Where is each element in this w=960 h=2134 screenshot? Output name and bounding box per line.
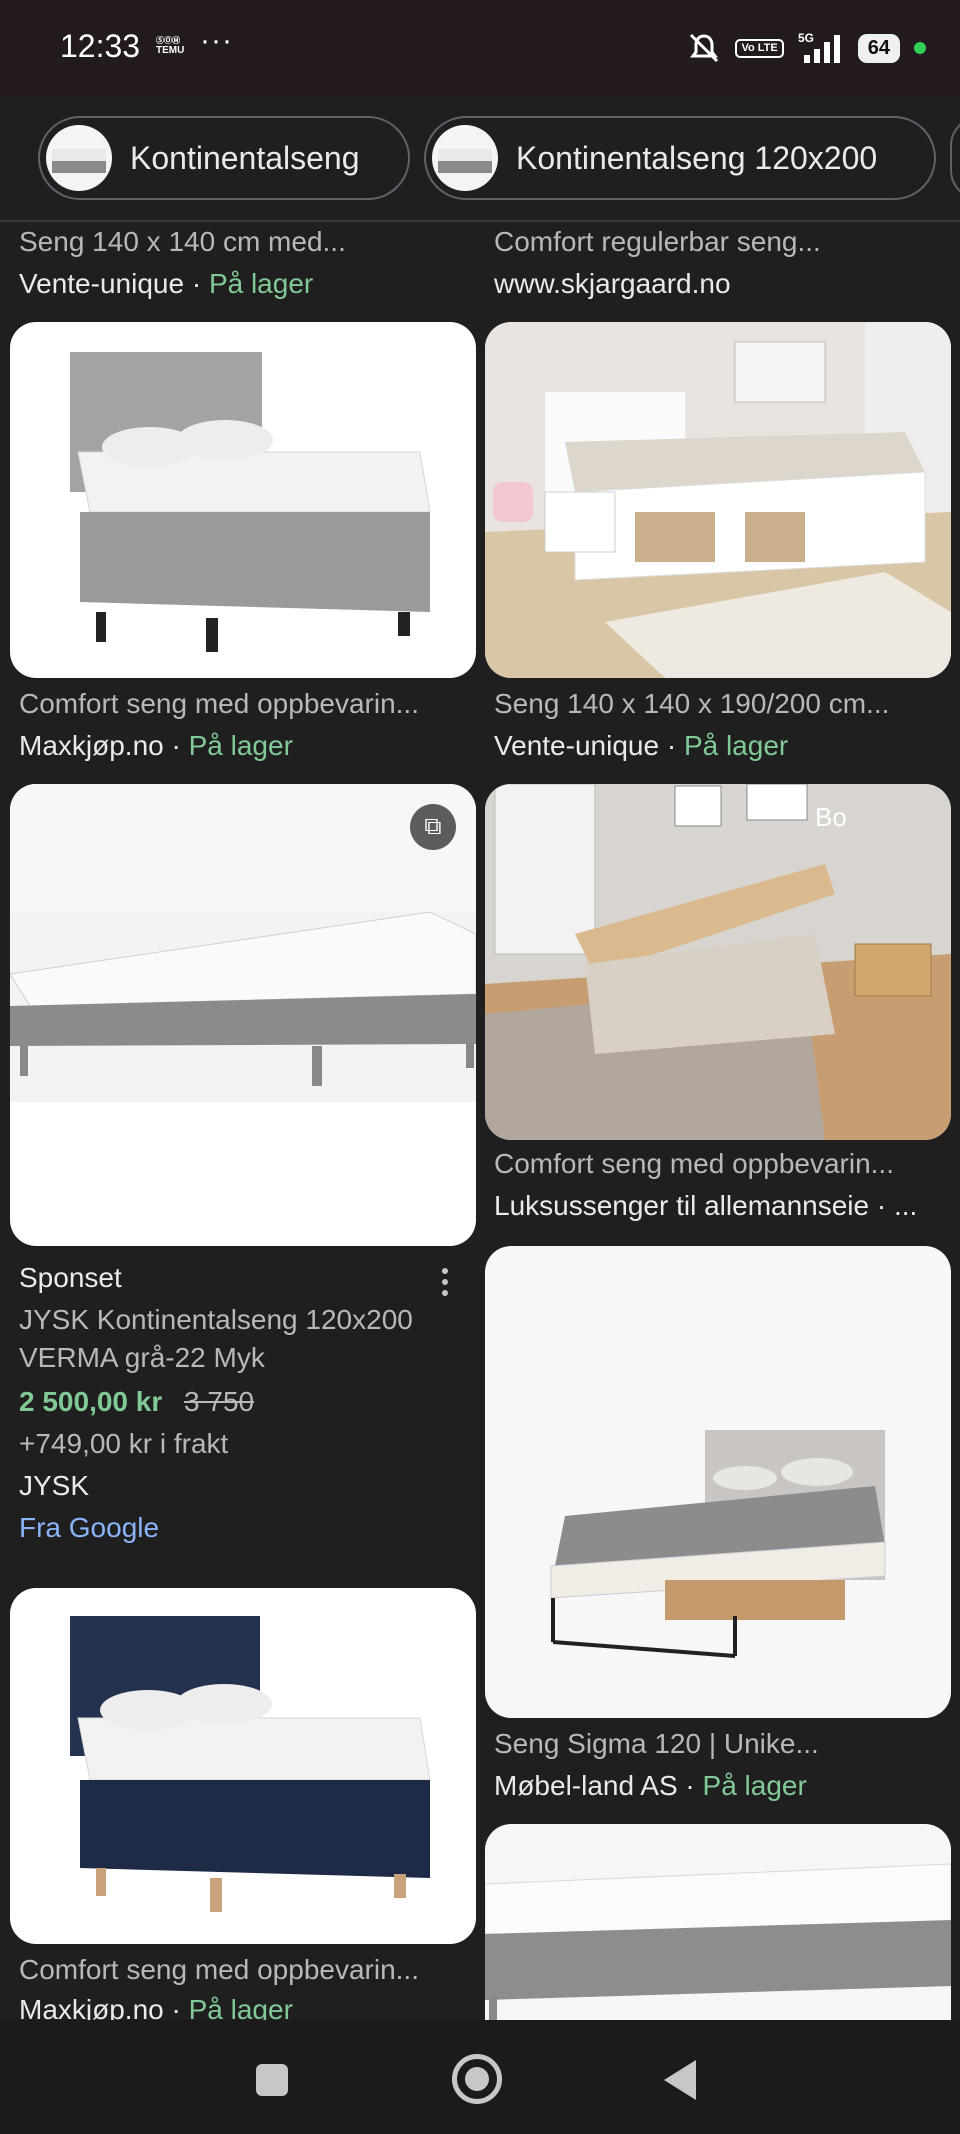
- sponsored-title-line1[interactable]: JYSK Kontinentalseng 120x200: [19, 1304, 413, 1336]
- result-title[interactable]: Comfort seng med oppbevarin...: [19, 688, 419, 720]
- store-name: JYSK: [19, 1470, 90, 1501]
- chip-label: Kontinentalseng: [130, 139, 360, 176]
- related-search-chips: Kontinentalseng Kontinentalseng 120x200: [0, 96, 960, 222]
- result-title[interactable]: Seng 140 x 140 cm med...: [19, 226, 346, 258]
- result-image-grey-boxspring[interactable]: [10, 322, 476, 678]
- result-source: Luksussenger til allemannseie · ...: [494, 1190, 918, 1221]
- silent-bell-icon: [690, 33, 719, 63]
- result-source: Møbel-land AS · På lager: [494, 1770, 807, 1801]
- recent-apps-icon[interactable]: [256, 2064, 288, 2096]
- chip-kontinentalseng-120x200[interactable]: Kontinentalseng 120x200: [424, 116, 936, 200]
- result-image-grey-continental-bed[interactable]: [485, 1824, 951, 2020]
- shipping-cost: +749,00 kr i frakt: [19, 1428, 229, 1459]
- sponsored-title-line2[interactable]: VERMA grå-22 Myk: [19, 1342, 265, 1374]
- chip-label: Kontinentalseng 120x200: [516, 139, 878, 176]
- result-source: Vente-unique · På lager: [494, 730, 789, 761]
- result-title[interactable]: Comfort seng med oppbevarin...: [19, 1954, 419, 1986]
- signal-5g-icon: 5G: [798, 31, 840, 63]
- more-notifications-icon: ···: [200, 24, 233, 57]
- current-price: 2 500,00 kr: [19, 1386, 163, 1417]
- result-image-navy-boxspring[interactable]: [10, 1588, 476, 1944]
- chip-thumbnail: [46, 125, 112, 191]
- result-source: Vente-unique · På lager: [19, 268, 314, 299]
- privacy-indicator-dot: [914, 42, 926, 54]
- result-title[interactable]: Comfort seng med oppbevarin...: [494, 1148, 894, 1180]
- sponsored-product-image[interactable]: ⧉: [10, 784, 476, 1246]
- result-image-white-storage-bed[interactable]: [485, 322, 951, 678]
- home-icon[interactable]: [452, 2054, 502, 2104]
- result-source: Maxkjøp.no · På lager: [19, 730, 293, 761]
- back-icon[interactable]: [664, 2060, 696, 2100]
- from-google-link[interactable]: Fra Google: [19, 1512, 159, 1544]
- open-external-icon[interactable]: ⧉: [410, 804, 456, 850]
- more-options-icon[interactable]: [442, 1268, 450, 1301]
- status-bar: 12:33 ⓈⓄⓂ TEMU ··· Vo LTE 5G 64: [0, 0, 960, 96]
- old-price: 3 750: [184, 1386, 255, 1417]
- result-title[interactable]: Comfort regulerbar seng...: [494, 226, 821, 258]
- result-title[interactable]: Seng 140 x 140 x 190/200 cm...: [494, 688, 889, 720]
- clock: 12:33: [60, 28, 141, 64]
- chip-more[interactable]: [950, 116, 960, 200]
- result-source: www.skjargaard.no: [494, 268, 731, 299]
- temu-notification-icon: ⓈⓄⓂ TEMU: [156, 36, 185, 56]
- watermark-text: Bo: [815, 802, 847, 832]
- battery-indicator: 64: [857, 33, 900, 63]
- volte-icon: Vo LTE: [735, 38, 784, 58]
- result-image-lift-storage-bed[interactable]: Bo: [485, 784, 951, 1140]
- chip-thumbnail: [432, 125, 498, 191]
- price-row: 2 500,00 kr 3 750: [19, 1386, 254, 1418]
- result-image-sigma-bed[interactable]: [485, 1246, 951, 1718]
- chip-kontinentalseng[interactable]: Kontinentalseng: [38, 116, 410, 200]
- sponsored-label: Sponset: [19, 1262, 122, 1293]
- result-title[interactable]: Seng Sigma 120 | Unike...: [494, 1728, 819, 1760]
- svg-text:5G: 5G: [798, 31, 814, 45]
